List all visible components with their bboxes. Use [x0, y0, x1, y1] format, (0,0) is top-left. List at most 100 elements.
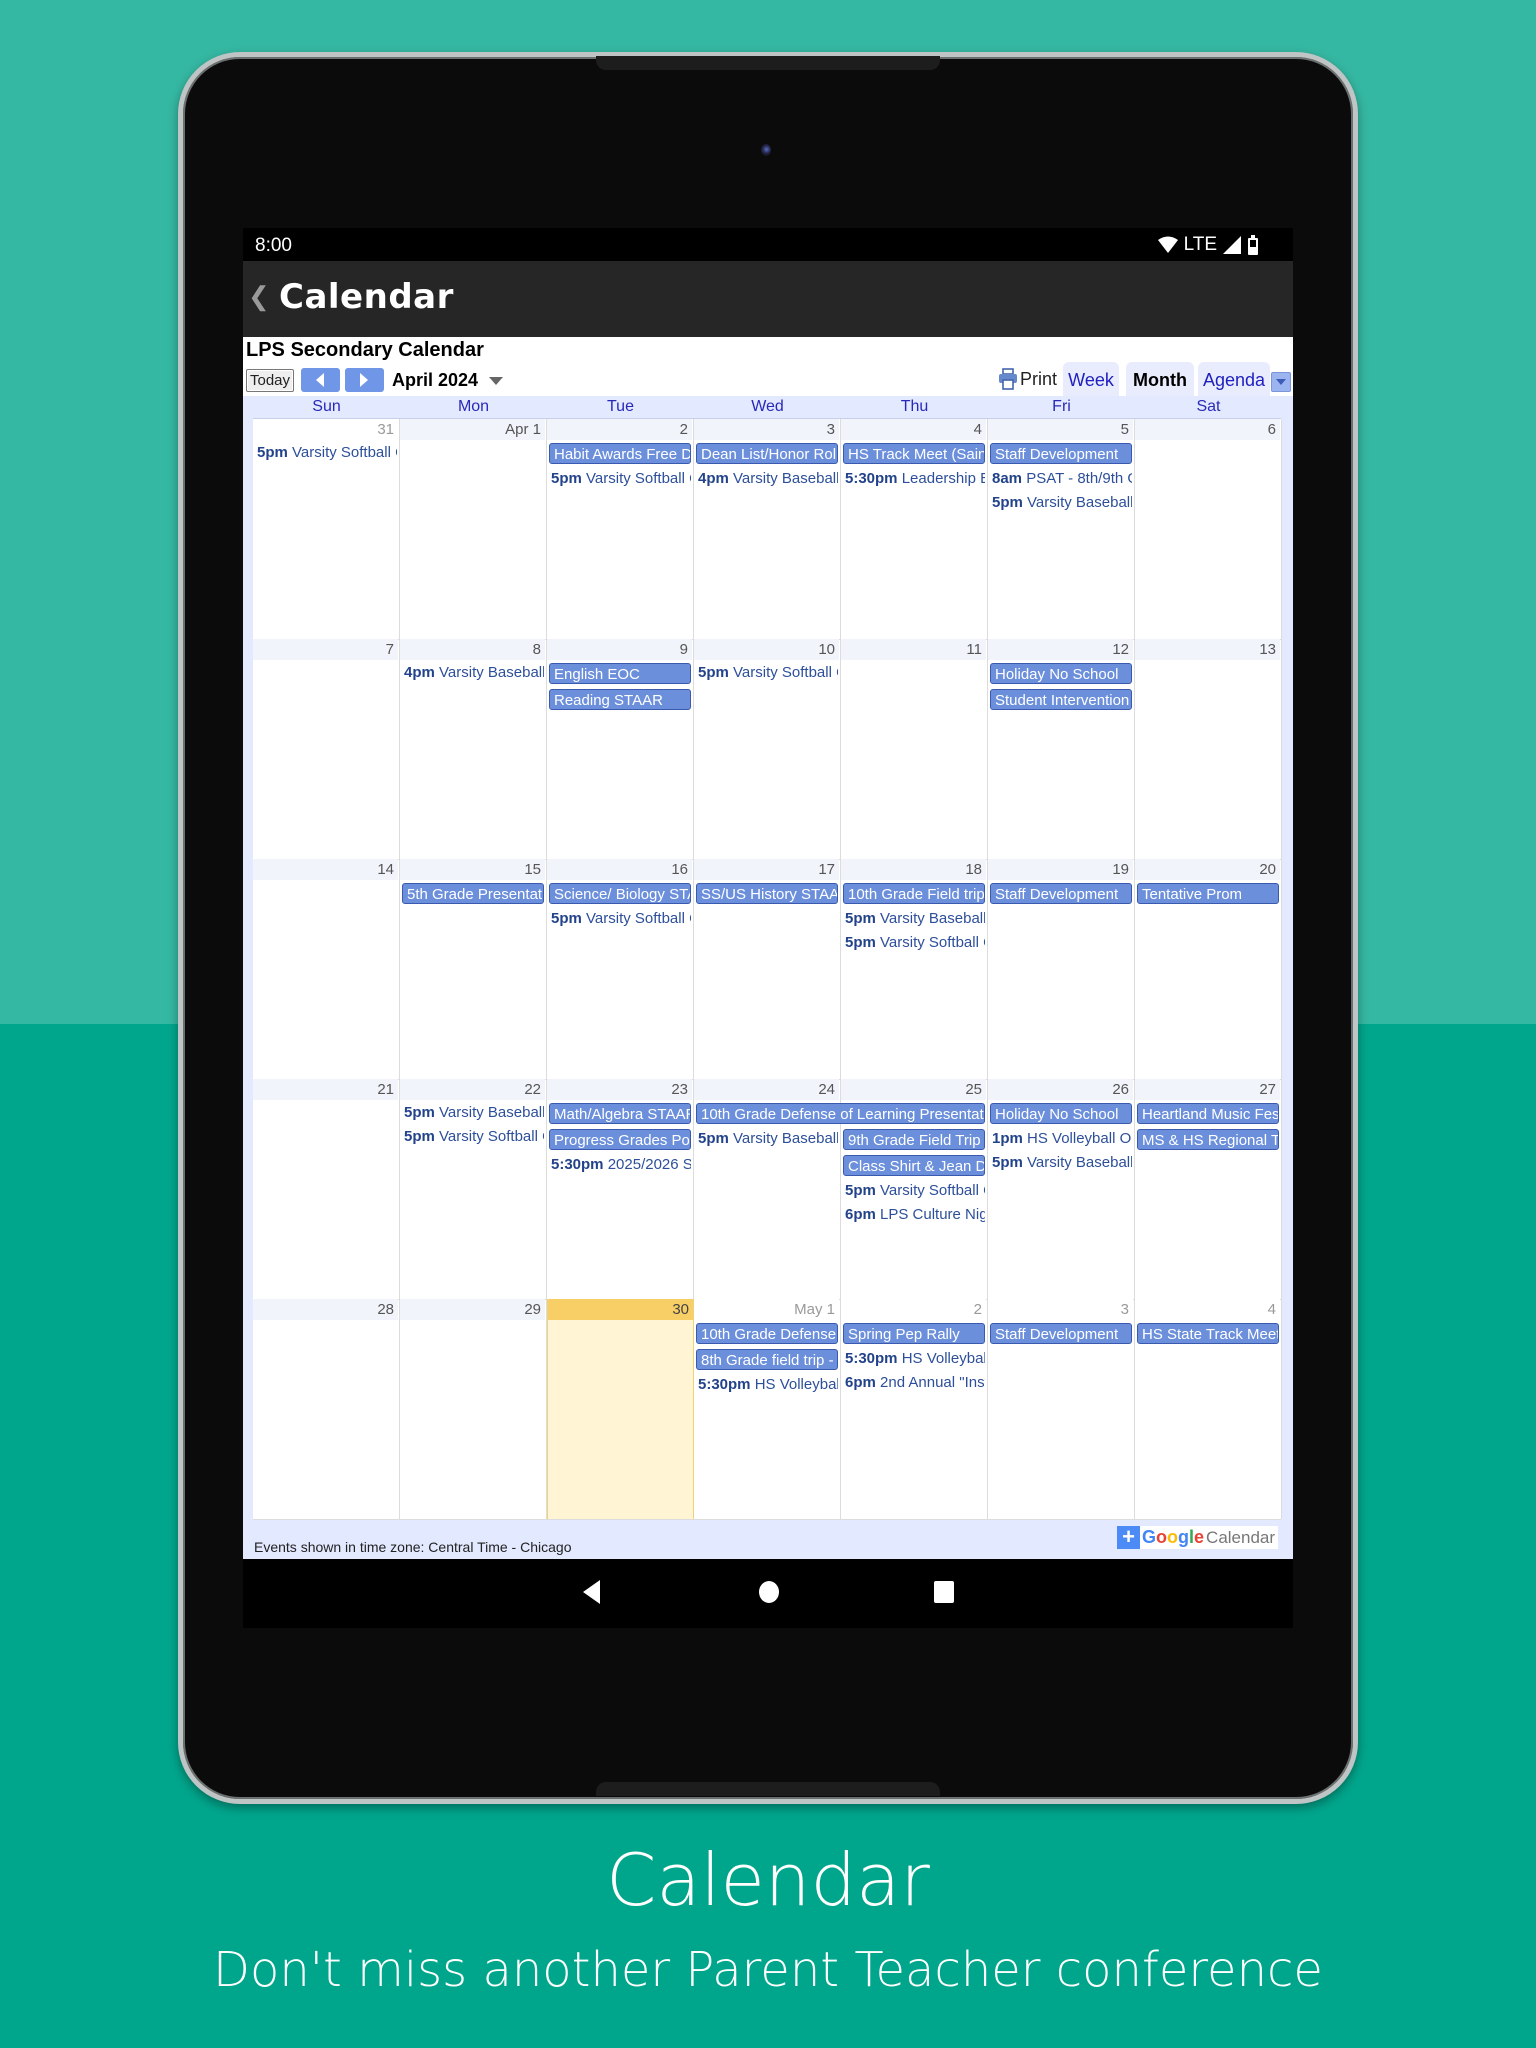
all-day-event[interactable]: HS State Track Meet	[1137, 1323, 1279, 1344]
day-number[interactable]: 14	[253, 859, 398, 880]
all-day-event[interactable]: Class Shirt & Jean D	[843, 1155, 985, 1176]
day-cell[interactable]: 7	[253, 639, 400, 859]
day-cell[interactable]: 3 Staff Development	[988, 1299, 1135, 1519]
day-number[interactable]: 22	[400, 1079, 545, 1100]
timed-event[interactable]: 5pm Varsity Baseball	[992, 1154, 1132, 1171]
timed-event[interactable]: 5pm Varsity Softball C	[551, 470, 691, 487]
day-cell[interactable]: 4 HS State Track Meet	[1135, 1299, 1282, 1519]
day-cell[interactable]: 18 10th Grade Field trip 5pm Varsity Baseb…	[841, 859, 988, 1079]
day-number[interactable]: 30	[548, 1299, 693, 1320]
day-number[interactable]: 16	[547, 859, 692, 880]
all-day-event[interactable]: Heartland Music Fes	[1137, 1103, 1279, 1124]
timed-event[interactable]: 5pm Varsity Softball C	[257, 444, 397, 461]
day-cell[interactable]: 21	[253, 1079, 400, 1299]
timed-event[interactable]: 5pm Varsity Softball C	[404, 1128, 544, 1145]
back-icon[interactable]	[581, 1579, 601, 1605]
timed-event[interactable]: 1pm HS Volleyball Op	[992, 1130, 1132, 1147]
tab-agenda[interactable]: Agenda	[1198, 362, 1270, 396]
day-cell[interactable]: 4 HS Track Meet (Sain 5:30pm Leadership Ex	[841, 419, 988, 639]
day-cell[interactable]: 9 English EOC Reading STAAR	[547, 639, 694, 859]
all-day-event[interactable]: SS/US History STAA	[696, 883, 838, 904]
day-number[interactable]: 15	[400, 859, 545, 880]
all-day-event[interactable]: Science/ Biology STA	[549, 883, 691, 904]
day-number[interactable]: 24	[694, 1079, 839, 1100]
timed-event[interactable]: 8am PSAT - 8th/9th G	[992, 470, 1132, 487]
timed-event[interactable]: 6pm LPS Culture Nigh	[845, 1206, 985, 1223]
day-cell[interactable]: 11	[841, 639, 988, 859]
print-button[interactable]: Print	[998, 368, 1057, 390]
today-button[interactable]: Today	[246, 369, 294, 392]
day-number[interactable]: 6	[1135, 419, 1280, 440]
all-day-event[interactable]: Staff Development	[990, 443, 1132, 464]
all-day-event[interactable]: Dean List/Honor Rol	[696, 443, 838, 464]
all-day-event[interactable]: English EOC	[549, 663, 691, 684]
tab-month[interactable]: Month	[1126, 362, 1194, 396]
day-cell[interactable]: 23 Math/Algebra STAAR Progress Grades Pos 5…	[547, 1079, 694, 1299]
recents-icon[interactable]	[933, 1579, 955, 1605]
all-day-event[interactable]: Tentative Prom	[1137, 883, 1279, 904]
all-day-event[interactable]: Staff Development	[990, 1323, 1132, 1344]
day-number[interactable]: 5	[988, 419, 1133, 440]
next-month-button[interactable]	[345, 368, 384, 392]
all-day-event[interactable]: Spring Pep Rally	[843, 1323, 985, 1344]
timed-event[interactable]: 4pm Varsity Baseball	[698, 470, 838, 487]
timed-event[interactable]: 4pm Varsity Baseball	[404, 664, 544, 681]
all-day-event[interactable]: Holiday No School	[990, 1103, 1132, 1124]
day-number[interactable]: 23	[547, 1079, 692, 1100]
calendar-options-dropdown[interactable]	[1271, 372, 1291, 392]
day-cell[interactable]: 2 Habit Awards Free D 5pm Varsity Softball…	[547, 419, 694, 639]
day-number[interactable]: 28	[253, 1299, 398, 1320]
current-month-label[interactable]: April 2024	[392, 370, 478, 391]
all-day-event[interactable]: HS Track Meet (Sain	[843, 443, 985, 464]
all-day-event[interactable]: 5th Grade Presentati	[402, 883, 544, 904]
day-number[interactable]: 17	[694, 859, 839, 880]
day-cell[interactable]: 12 Holiday No School Student Intervention	[988, 639, 1135, 859]
timed-event[interactable]: 5pm Varsity Softball C	[845, 1182, 985, 1199]
day-number[interactable]: 2	[547, 419, 692, 440]
day-number[interactable]: 4	[1135, 1299, 1280, 1320]
day-cell[interactable]: 31 5pm Varsity Softball C	[253, 419, 400, 639]
all-day-event[interactable]: 8th Grade field trip -	[696, 1349, 838, 1370]
day-cell-today[interactable]: 30	[547, 1299, 694, 1519]
timed-event[interactable]: 5pm Varsity Baseball	[992, 494, 1132, 511]
all-day-event[interactable]: Math/Algebra STAAR	[549, 1103, 691, 1124]
day-number[interactable]: 12	[988, 639, 1133, 660]
day-cell[interactable]: 17 SS/US History STAA	[694, 859, 841, 1079]
all-day-event[interactable]: 10th Grade Defense of Learning Presentat…	[696, 1103, 985, 1124]
day-number[interactable]: 18	[841, 859, 986, 880]
day-number[interactable]: 4	[841, 419, 986, 440]
previous-month-button[interactable]	[301, 368, 340, 392]
day-number[interactable]: 21	[253, 1079, 398, 1100]
day-number[interactable]: 20	[1135, 859, 1280, 880]
day-number[interactable]: 10	[694, 639, 839, 660]
day-number[interactable]: 19	[988, 859, 1133, 880]
day-cell[interactable]: 16 Science/ Biology STA 5pm Varsity Softba…	[547, 859, 694, 1079]
timed-event[interactable]: 5pm Varsity Baseball	[845, 910, 985, 927]
day-cell[interactable]: 29	[400, 1299, 547, 1519]
timed-event[interactable]: 5pm Varsity Baseball	[698, 1130, 838, 1147]
timed-event[interactable]: 5pm Varsity Baseball	[404, 1104, 544, 1121]
home-icon[interactable]	[757, 1579, 781, 1605]
day-cell[interactable]: 3 Dean List/Honor Rol 4pm Varsity Baseball	[694, 419, 841, 639]
day-cell[interactable]: 26 Holiday No School 1pm HS Volleyball Op 5…	[988, 1079, 1135, 1299]
day-cell[interactable]: 10 5pm Varsity Softball C	[694, 639, 841, 859]
day-number[interactable]: 3	[988, 1299, 1133, 1320]
day-number[interactable]: May 1	[694, 1299, 839, 1320]
chevron-left-icon[interactable]: ❮	[248, 281, 270, 312]
all-day-event[interactable]: Progress Grades Pos	[549, 1129, 691, 1150]
day-number[interactable]: 25	[841, 1079, 986, 1100]
all-day-event[interactable]: Habit Awards Free D	[549, 443, 691, 464]
day-number[interactable]: 3	[694, 419, 839, 440]
day-cell[interactable]: 13	[1135, 639, 1282, 859]
day-cell[interactable]: 20 Tentative Prom	[1135, 859, 1282, 1079]
day-cell[interactable]: 27 Heartland Music Fes MS & HS Regional Tr	[1135, 1079, 1282, 1299]
all-day-event[interactable]: Staff Development	[990, 883, 1132, 904]
timed-event[interactable]: 5pm Varsity Softball C	[845, 934, 985, 951]
day-cell[interactable]: 2 Spring Pep Rally 5:30pm HS Volleyball 6pm…	[841, 1299, 988, 1519]
day-cell[interactable]: 8 4pm Varsity Baseball	[400, 639, 547, 859]
all-day-event[interactable]: MS & HS Regional Tr	[1137, 1129, 1279, 1150]
timed-event[interactable]: 5pm Varsity Softball C	[551, 910, 691, 927]
day-cell[interactable]: 15 5th Grade Presentati	[400, 859, 547, 1079]
timed-event[interactable]: 5:30pm Leadership Ex	[845, 470, 985, 487]
day-number[interactable]: 7	[253, 639, 398, 660]
